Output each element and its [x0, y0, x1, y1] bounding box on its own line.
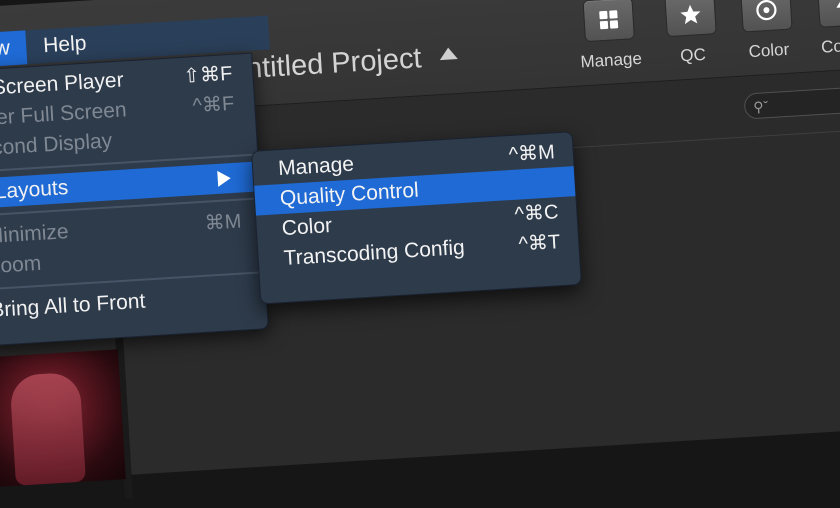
circle-icon[interactable]: [740, 0, 793, 33]
submenu-arrow-icon: [217, 170, 232, 187]
ui-layouts-submenu: Manage ^⌘M Quality Control Color ^⌘C Tra…: [251, 131, 582, 305]
submenu-item-shortcut: ^⌘T: [517, 231, 561, 256]
window-menu: ll Screen Player ⇧⌘F nter Full Screen ^⌘…: [0, 52, 269, 347]
submenu-item-shortcut: ^⌘C: [513, 201, 560, 226]
menubar-window[interactable]: dow: [0, 30, 27, 70]
toolbar-manage-button[interactable]: Manage: [568, 0, 652, 73]
menu-item-label: econd Display: [0, 129, 113, 161]
media-thumbnail[interactable]: [0, 349, 126, 488]
menubar-help[interactable]: Help: [30, 26, 99, 64]
menu-item-label: Bring All to Front: [0, 289, 146, 323]
toolbar-color-button[interactable]: Color: [725, 0, 809, 63]
grid-icon[interactable]: [582, 0, 635, 43]
lightning-icon[interactable]: [817, 0, 840, 28]
menu-item-shortcut: ⌘M: [204, 210, 243, 235]
menu-item-label: Zoom: [0, 251, 42, 279]
thumbnail-figure: [9, 371, 86, 486]
submenu-item-label: Manage: [277, 152, 355, 181]
menu-item-shortcut: ^⌘F: [191, 92, 235, 118]
submenu-item-shortcut: ^⌘M: [508, 141, 556, 167]
menu-item-shortcut: ⇧⌘F: [182, 62, 233, 88]
toolbar-config-label: Config: [820, 34, 840, 57]
toolbar-config-button[interactable]: Config: [802, 0, 840, 59]
submenu-item-label: Color: [281, 214, 333, 241]
search-icon[interactable]: ⚲ˇ: [753, 98, 769, 115]
toolbar-qc-button[interactable]: QC: [649, 0, 733, 68]
menu-item-label: I Layouts: [0, 176, 69, 204]
app-window: ntitled Project Manage QC Color Config ⚲…: [0, 0, 840, 500]
chevron-up-icon[interactable]: [438, 47, 458, 61]
star-icon[interactable]: [664, 0, 717, 38]
